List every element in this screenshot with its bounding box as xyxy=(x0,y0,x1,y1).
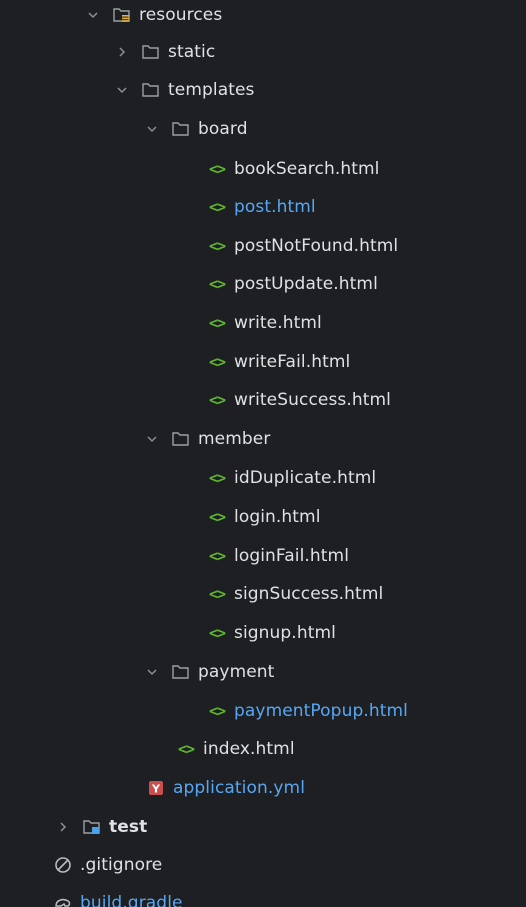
tree-item-test[interactable]: test xyxy=(55,808,147,846)
yaml-file-icon: Y xyxy=(145,779,167,797)
tree-item-writefail-html[interactable]: <> writeFail.html xyxy=(206,343,350,381)
chevron-right-icon[interactable] xyxy=(114,44,130,60)
tree-item-label: signup.html xyxy=(234,623,336,643)
html-file-icon: <> xyxy=(208,391,226,409)
html-file-icon: <> xyxy=(208,160,226,178)
tree-item-loginfail-html[interactable]: <> loginFail.html xyxy=(206,537,349,575)
yaml-icon-glyph: Y xyxy=(151,783,161,796)
tree-item-resources[interactable]: resources xyxy=(85,0,222,34)
tree-item-write-html[interactable]: <> write.html xyxy=(206,304,322,342)
tree-item-label: test xyxy=(109,817,148,837)
tree-item-label: board xyxy=(198,119,248,139)
tree-item-label: build.gradle xyxy=(80,893,183,907)
folder-icon xyxy=(170,663,192,681)
ignore-file-icon xyxy=(52,856,74,874)
tree-item-label: static xyxy=(168,42,216,62)
html-file-icon: <> xyxy=(208,624,226,642)
resources-folder-icon xyxy=(111,6,133,24)
tree-item-label: resources xyxy=(139,5,223,25)
tree-item-label: write.html xyxy=(234,313,322,333)
chevron-down-icon[interactable] xyxy=(144,121,160,137)
tree-item-label: post.html xyxy=(234,197,316,217)
project-tree-panel: resources static templates board <> book… xyxy=(0,0,526,907)
tree-item-label: loginFail.html xyxy=(234,546,350,566)
folder-icon xyxy=(170,120,192,138)
html-file-icon: <> xyxy=(208,275,226,293)
tree-item-board[interactable]: board xyxy=(144,110,248,148)
html-file-icon: <> xyxy=(208,314,226,332)
html-file-icon: <> xyxy=(208,585,226,603)
html-file-icon: <> xyxy=(208,237,226,255)
tree-item-static[interactable]: static xyxy=(114,33,215,71)
tree-item-payment[interactable]: payment xyxy=(144,653,274,691)
html-file-icon: <> xyxy=(208,469,226,487)
html-file-icon: <> xyxy=(208,702,226,720)
tree-item-signup-html[interactable]: <> signup.html xyxy=(206,614,336,652)
tree-item-signsuccess-html[interactable]: <> signSuccess.html xyxy=(206,575,383,613)
tree-item-writesuccess-html[interactable]: <> writeSuccess.html xyxy=(206,381,391,419)
tree-item-label: postNotFound.html xyxy=(234,236,399,256)
html-file-icon: <> xyxy=(208,547,226,565)
gradle-icon xyxy=(52,894,74,907)
tree-item-label: payment xyxy=(198,662,275,682)
tree-item-index-html[interactable]: <> index.html xyxy=(175,730,295,768)
tree-item-label: idDuplicate.html xyxy=(234,468,377,488)
html-file-icon: <> xyxy=(177,740,195,758)
tree-item-label: postUpdate.html xyxy=(234,274,378,294)
chevron-down-icon[interactable] xyxy=(85,7,101,23)
tree-item-postnotfound-html[interactable]: <> postNotFound.html xyxy=(206,227,398,265)
tree-item-label: writeFail.html xyxy=(234,352,351,372)
tree-item-postupdate-html[interactable]: <> postUpdate.html xyxy=(206,265,378,303)
tree-item-paymentpopup-html[interactable]: <> paymentPopup.html xyxy=(206,692,408,730)
tree-item-post-html[interactable]: <> post.html xyxy=(206,188,316,226)
tree-item-label: login.html xyxy=(234,507,321,527)
chevron-down-icon[interactable] xyxy=(114,82,130,98)
tree-item-label: templates xyxy=(168,80,255,100)
tree-item-label: bookSearch.html xyxy=(234,159,380,179)
tree-item-label: index.html xyxy=(203,739,295,759)
tree-item-label: writeSuccess.html xyxy=(234,390,391,410)
tree-item-booksearch-html[interactable]: <> bookSearch.html xyxy=(206,150,379,188)
tree-item-gitignore[interactable]: .gitignore xyxy=(52,846,162,884)
test-folder-icon xyxy=(81,818,103,836)
tree-item-member[interactable]: member xyxy=(144,420,270,458)
tree-item-label: paymentPopup.html xyxy=(234,701,408,721)
tree-item-label: .gitignore xyxy=(80,855,163,875)
folder-icon xyxy=(140,43,162,61)
tree-item-application-yml[interactable]: Y application.yml xyxy=(145,769,305,807)
html-file-icon: <> xyxy=(208,198,226,216)
tree-item-login-html[interactable]: <> login.html xyxy=(206,498,321,536)
chevron-down-icon[interactable] xyxy=(144,664,160,680)
html-file-icon: <> xyxy=(208,353,226,371)
tree-item-build-gradle[interactable]: build.gradle xyxy=(52,884,183,907)
html-file-icon: <> xyxy=(208,508,226,526)
chevron-down-icon[interactable] xyxy=(144,431,160,447)
tree-item-label: signSuccess.html xyxy=(234,584,384,604)
tree-item-idduplicate-html[interactable]: <> idDuplicate.html xyxy=(206,459,376,497)
tree-item-templates[interactable]: templates xyxy=(114,71,255,109)
tree-item-label: member xyxy=(198,429,271,449)
folder-icon xyxy=(140,81,162,99)
tree-item-label: application.yml xyxy=(173,778,306,798)
folder-icon xyxy=(170,430,192,448)
chevron-right-icon[interactable] xyxy=(55,819,71,835)
